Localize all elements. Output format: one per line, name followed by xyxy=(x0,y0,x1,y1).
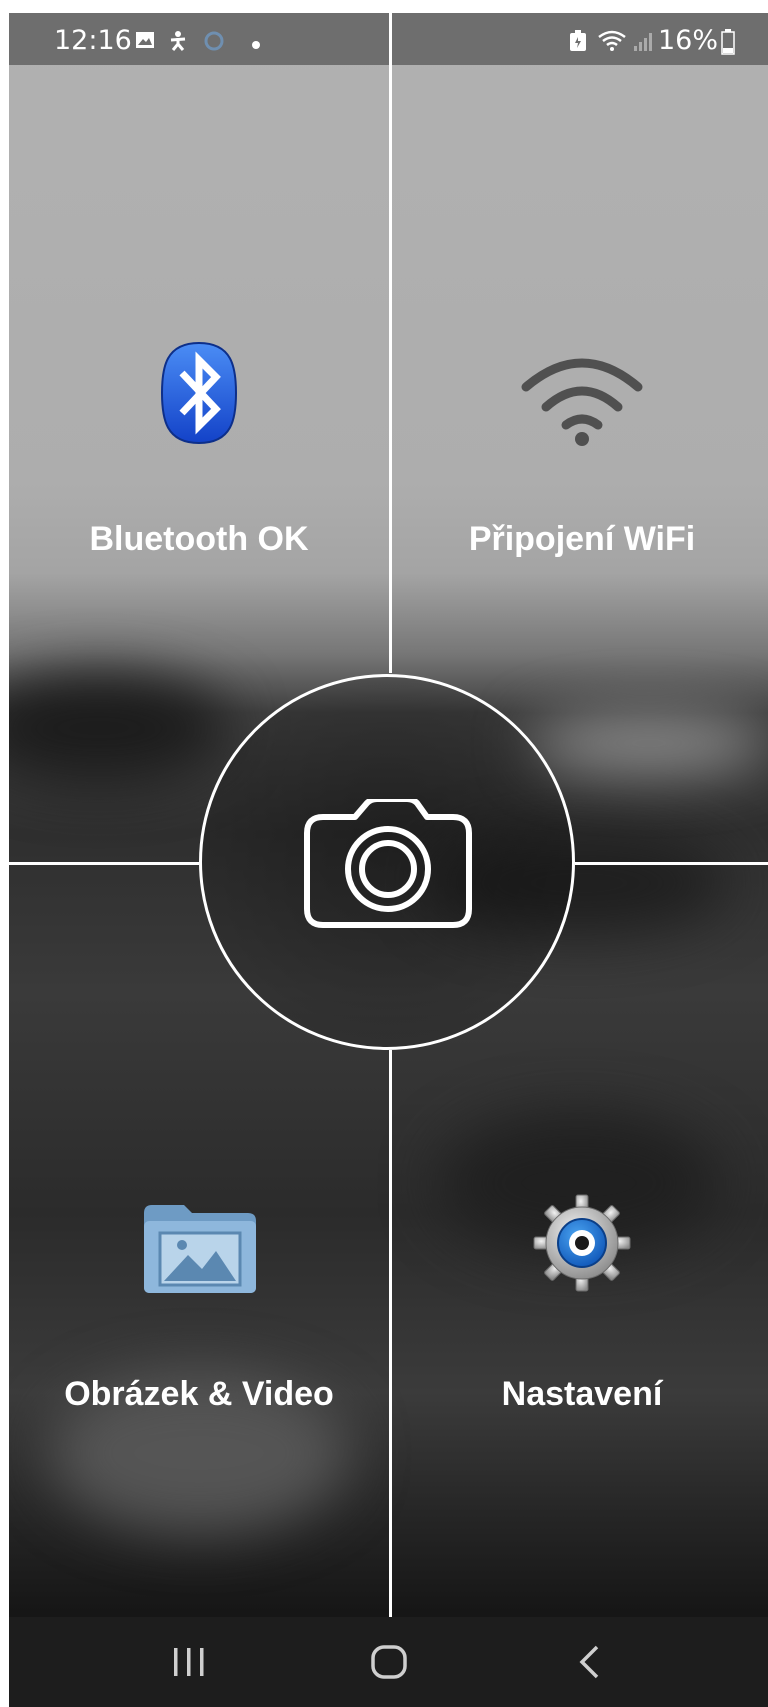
home-icon xyxy=(371,1645,407,1679)
wifi-icon xyxy=(520,351,644,452)
divider-line xyxy=(575,862,768,865)
status-time: 12:16 xyxy=(54,25,132,56)
recents-icon xyxy=(174,1648,204,1676)
gallery-label: Obrázek & Video xyxy=(64,1375,334,1413)
wifi-tile[interactable]: Připojení WiFi xyxy=(392,65,768,605)
image-folder-icon xyxy=(140,1203,260,1300)
signal-strength-icon xyxy=(633,30,655,56)
divider-line xyxy=(9,862,199,865)
camera-capture-button[interactable] xyxy=(199,674,575,1050)
settings-tile[interactable]: Nastavení xyxy=(392,1113,768,1613)
accessibility-notification-icon xyxy=(167,30,189,56)
bluetooth-icon xyxy=(160,341,238,450)
battery-level: 16% xyxy=(657,25,718,56)
bluetooth-tile[interactable]: Bluetooth OK xyxy=(9,65,389,605)
bluetooth-label: Bluetooth OK xyxy=(89,520,309,558)
navigation-bar xyxy=(9,1617,768,1707)
back-icon xyxy=(579,1645,599,1679)
camera-icon xyxy=(303,796,473,934)
settings-label: Nastavení xyxy=(501,1375,663,1413)
app-screen: 12:16 16% Bluetooth OK Připojení WiFi Ob… xyxy=(9,13,768,1707)
gallery-notification-icon xyxy=(135,30,155,54)
wifi-status-icon xyxy=(597,30,627,56)
sync-notification-icon xyxy=(203,30,225,56)
back-button[interactable] xyxy=(529,1617,649,1707)
background-shape xyxy=(9,673,229,783)
gear-icon xyxy=(532,1193,632,1298)
home-button[interactable] xyxy=(329,1617,449,1707)
background-shape xyxy=(529,713,768,773)
more-notifications-dot-icon xyxy=(251,35,261,54)
gallery-tile[interactable]: Obrázek & Video xyxy=(9,1113,389,1613)
recents-button[interactable] xyxy=(129,1617,249,1707)
battery-saver-icon xyxy=(569,30,587,56)
battery-icon xyxy=(721,29,735,59)
wifi-label: Připojení WiFi xyxy=(468,520,696,558)
